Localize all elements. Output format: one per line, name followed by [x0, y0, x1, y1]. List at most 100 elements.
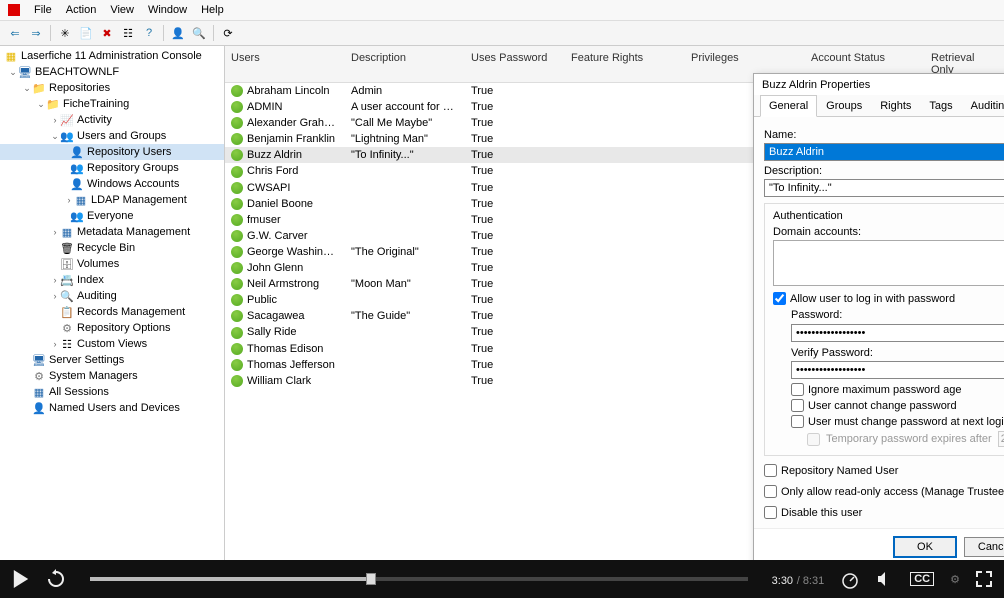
new-button[interactable]: ✳: [56, 24, 74, 42]
ignore-age-checkbox[interactable]: [791, 383, 804, 396]
tree-ldap[interactable]: ›▦LDAP Management: [0, 192, 224, 208]
video-controls: 3:30 / 8:31 CC ⚙: [0, 560, 1004, 598]
tree-repo-options[interactable]: ⚙Repository Options: [0, 320, 224, 336]
user-button[interactable]: 👤: [169, 24, 187, 42]
header-description: Description: [345, 50, 465, 78]
user-icon: [231, 327, 243, 339]
tab-auditing[interactable]: Auditing: [962, 95, 1004, 117]
volume-button[interactable]: [876, 570, 894, 588]
tab-groups[interactable]: Groups: [817, 95, 871, 117]
tree-root[interactable]: ▦Laserfiche 11 Administration Console: [0, 48, 224, 64]
help-button[interactable]: ?: [140, 24, 158, 42]
user-icon: [231, 198, 243, 210]
temp-expire-label: Temporary password expires after: [826, 433, 992, 445]
app-icon: [8, 4, 20, 16]
verify-password-input[interactable]: [791, 361, 1004, 379]
progress-bar[interactable]: [90, 577, 748, 581]
fullscreen-button[interactable]: [976, 571, 992, 587]
tree-named-users[interactable]: 👤Named Users and Devices: [0, 400, 224, 416]
menu-file[interactable]: File: [34, 4, 52, 16]
named-user-checkbox[interactable]: [764, 464, 777, 477]
menu-window[interactable]: Window: [148, 4, 187, 16]
tree-index[interactable]: ›📇Index: [0, 272, 224, 288]
temp-expire-checkbox: [807, 433, 820, 446]
menu-help[interactable]: Help: [201, 4, 224, 16]
auth-title: Authentication: [773, 210, 1004, 222]
captions-button[interactable]: CC: [910, 572, 934, 586]
tree-repositories[interactable]: ⌄📁Repositories: [0, 80, 224, 96]
user-icon: [231, 310, 243, 322]
tree-activity[interactable]: ›📈Activity: [0, 112, 224, 128]
search-button[interactable]: 🔍: [190, 24, 208, 42]
domain-label: Domain accounts:: [773, 226, 1004, 238]
nav-tree[interactable]: ▦Laserfiche 11 Administration Console ⌄🖥…: [0, 46, 225, 566]
allow-login-checkbox[interactable]: [773, 292, 786, 305]
user-icon: [231, 214, 243, 226]
user-icon: [231, 359, 243, 371]
description-input[interactable]: [764, 179, 1004, 197]
user-icon: [231, 262, 243, 274]
menu-action[interactable]: Action: [66, 4, 97, 16]
readonly-checkbox[interactable]: [764, 485, 777, 498]
tree-metadata[interactable]: ›▦Metadata Management: [0, 224, 224, 240]
menu-view[interactable]: View: [110, 4, 134, 16]
rewind-button[interactable]: [46, 569, 66, 589]
tree-volumes[interactable]: 🗄Volumes: [0, 256, 224, 272]
user-icon: [231, 149, 243, 161]
progress-thumb[interactable]: [366, 573, 376, 585]
user-icon: [231, 343, 243, 355]
disable-user-checkbox[interactable]: [764, 506, 777, 519]
forward-button[interactable]: ⇒: [27, 24, 45, 42]
tree-win-accounts[interactable]: 👤Windows Accounts: [0, 176, 224, 192]
user-icon: [231, 230, 243, 242]
dialog-tabs: General Groups Rights Tags Auditing Attr…: [754, 95, 1004, 117]
tree-server-settings[interactable]: 🖥Server Settings: [0, 352, 224, 368]
password-input[interactable]: [791, 324, 1004, 342]
progress-fill: [90, 577, 366, 581]
tab-tags[interactable]: Tags: [920, 95, 961, 117]
tree-records[interactable]: 📋Records Management: [0, 304, 224, 320]
tree-users-groups[interactable]: ⌄👥Users and Groups: [0, 128, 224, 144]
tree-recycle[interactable]: 🗑Recycle Bin: [0, 240, 224, 256]
tree-repo-groups[interactable]: 👥Repository Groups: [0, 160, 224, 176]
properties-button[interactable]: ☷: [119, 24, 137, 42]
description-label: Description:: [764, 165, 1004, 177]
refresh-button[interactable]: ⟳: [219, 24, 237, 42]
tree-everyone[interactable]: 👥Everyone: [0, 208, 224, 224]
temp-hours-input: [998, 431, 1004, 447]
dialog-titlebar[interactable]: Buzz Aldrin Properties ? ✕: [754, 74, 1004, 95]
user-icon: [231, 133, 243, 145]
user-icon: [231, 294, 243, 306]
allow-login-label: Allow user to log in with password: [790, 293, 955, 305]
cannot-change-checkbox[interactable]: [791, 399, 804, 412]
tree-repo[interactable]: ⌄📁FicheTraining: [0, 96, 224, 112]
verify-password-label: Verify Password:: [791, 347, 1004, 359]
edit-button[interactable]: 📄: [77, 24, 95, 42]
domain-accounts-list[interactable]: [773, 240, 1004, 286]
dialog-title-text: Buzz Aldrin Properties: [762, 79, 870, 91]
cancel-button[interactable]: Cancel: [964, 537, 1004, 557]
must-change-checkbox[interactable]: [791, 415, 804, 428]
ok-button[interactable]: OK: [894, 537, 956, 557]
tree-all-sessions[interactable]: ▦All Sessions: [0, 384, 224, 400]
tree-repo-users[interactable]: 👤Repository Users: [0, 144, 224, 160]
tree-sys-managers[interactable]: ⚙System Managers: [0, 368, 224, 384]
tab-rights[interactable]: Rights: [871, 95, 920, 117]
user-icon: [231, 166, 243, 178]
name-input[interactable]: [764, 143, 1004, 161]
speed-button[interactable]: [840, 569, 860, 589]
delete-button[interactable]: ✖: [98, 24, 116, 42]
tree-custom-views[interactable]: ›☷Custom Views: [0, 336, 224, 352]
tree-auditing[interactable]: ›🔍Auditing: [0, 288, 224, 304]
content-pane: Users Description Uses Password Feature …: [225, 46, 1004, 566]
back-button[interactable]: ⇐: [6, 24, 24, 42]
header-uses-password: Uses Password: [465, 50, 565, 78]
tree-server[interactable]: ⌄🖥BEACHTOWNLF: [0, 64, 224, 80]
user-icon: [231, 85, 243, 97]
tab-general[interactable]: General: [760, 95, 817, 117]
user-icon: [231, 117, 243, 129]
settings-button[interactable]: ⚙: [950, 573, 960, 586]
auth-section: Authentication Domain accounts: ... Allo…: [764, 203, 1004, 456]
time-display: 3:30 / 8:31: [772, 572, 825, 587]
play-button[interactable]: [12, 570, 30, 588]
